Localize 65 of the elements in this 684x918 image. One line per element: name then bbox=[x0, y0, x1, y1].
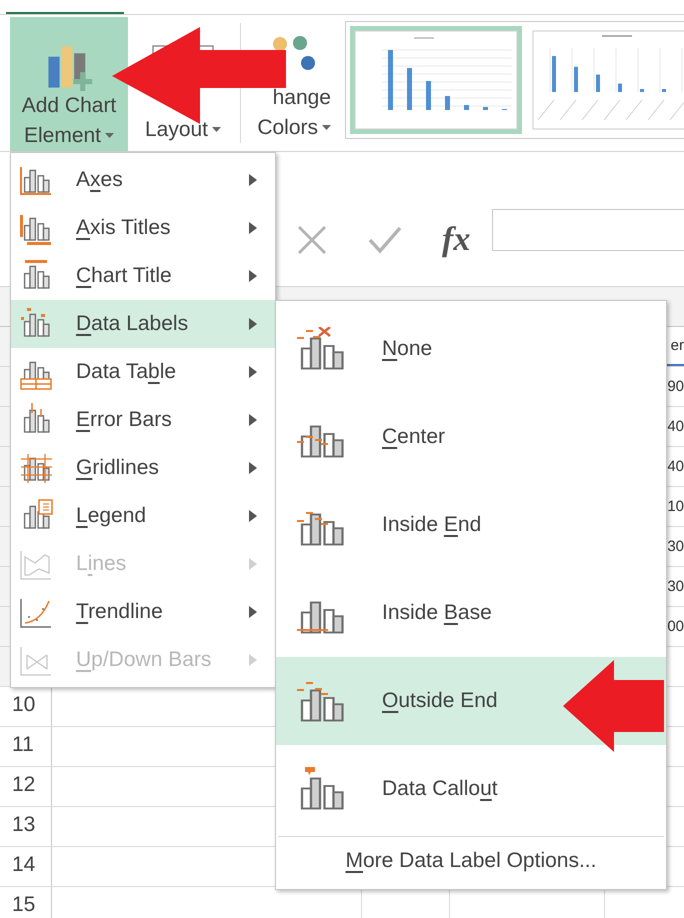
submenu-arrow-icon bbox=[249, 510, 257, 522]
menu-item-label[interactable]: Gridlines bbox=[76, 452, 249, 484]
submenu-arrow-icon bbox=[249, 414, 257, 426]
row-number: 12 bbox=[12, 773, 36, 797]
formula-input-field[interactable] bbox=[492, 209, 684, 251]
row-number: 15 bbox=[12, 893, 36, 917]
row-number: 10 bbox=[12, 693, 36, 717]
submenu-arrow-icon bbox=[249, 318, 257, 330]
menu-item[interactable]: Gridlines bbox=[11, 444, 275, 492]
more-options-link[interactable]: More Data Label Options... bbox=[346, 845, 596, 877]
row-number: 14 bbox=[12, 853, 36, 877]
menu-item-label[interactable]: Axes bbox=[76, 164, 249, 196]
menu-item[interactable]: Trendline bbox=[11, 588, 275, 636]
submenu-arrow-icon bbox=[249, 462, 257, 474]
dropdown-caret-icon bbox=[105, 133, 114, 139]
submenu-arrow-icon bbox=[249, 270, 257, 282]
row-number: 13 bbox=[12, 813, 36, 837]
table-cell: 40 bbox=[667, 459, 684, 474]
menu-item-label[interactable]: Legend bbox=[76, 500, 249, 532]
submenu-item-label[interactable]: Data Callout bbox=[382, 773, 498, 805]
submenu-arrow-icon bbox=[249, 654, 257, 666]
submenu-item[interactable]: Data Callout bbox=[276, 745, 666, 833]
menu-item[interactable]: Error Bars bbox=[11, 396, 275, 444]
submenu-arrow-icon bbox=[249, 222, 257, 234]
table-cell: 30 bbox=[667, 579, 684, 594]
table-cell: 90 bbox=[667, 379, 684, 394]
submenu-arrow-icon bbox=[249, 174, 257, 186]
submenu-item-label[interactable]: Outside End bbox=[382, 685, 498, 717]
table-cell: er bbox=[670, 338, 684, 353]
submenu-item[interactable]: Center bbox=[276, 393, 666, 481]
ribbon-button[interactable]: Add Chart Element bbox=[10, 17, 128, 151]
submenu-arrow-icon bbox=[249, 366, 257, 378]
submenu-item-label[interactable]: Inside End bbox=[382, 509, 482, 541]
row-number: 11 bbox=[12, 733, 34, 757]
submenu-arrow-icon bbox=[249, 558, 257, 570]
table-cell: 00 bbox=[667, 619, 684, 634]
dropdown-caret-icon bbox=[212, 127, 222, 133]
data-label-icon bbox=[296, 327, 346, 371]
menu-item-label[interactable]: Data Table bbox=[76, 356, 249, 388]
menu-item-label[interactable]: Error Bars bbox=[76, 404, 249, 436]
menu-item[interactable]: Axis Titles bbox=[11, 204, 275, 252]
checkmark-icon[interactable] bbox=[368, 226, 402, 254]
submenu-item[interactable]: None bbox=[276, 305, 666, 393]
menu-item[interactable]: Chart Title bbox=[11, 252, 275, 300]
menu-item[interactable]: Data Table bbox=[11, 348, 275, 396]
menu-item[interactable]: Data Labels bbox=[11, 300, 275, 348]
submenu-item-label[interactable]: None bbox=[382, 333, 432, 365]
menu-item[interactable]: Axes bbox=[11, 156, 275, 204]
cancel-icon[interactable] bbox=[296, 224, 328, 256]
menu-item-label[interactable]: Axis Titles bbox=[76, 212, 249, 244]
table-cell: 10 bbox=[667, 499, 684, 514]
menu-item-label[interactable]: Chart Title bbox=[76, 260, 249, 292]
submenu-item[interactable]: Inside End bbox=[276, 481, 666, 569]
insert-function-button[interactable]: fx bbox=[442, 214, 470, 265]
submenu-item-label[interactable]: Inside Base bbox=[382, 597, 492, 629]
menu-item-label[interactable]: Data Labels bbox=[76, 308, 249, 340]
submenu-item-label[interactable]: Center bbox=[382, 421, 446, 453]
submenu-item[interactable]: Inside Base bbox=[276, 569, 666, 657]
data-label-icon bbox=[296, 679, 346, 723]
submenu-arrow-icon bbox=[249, 606, 257, 618]
menu-item[interactable]: Legend bbox=[11, 492, 275, 540]
table-cell: 40 bbox=[667, 419, 684, 434]
table-cell: 30 bbox=[667, 539, 684, 554]
menu-item-label[interactable]: Trendline bbox=[76, 596, 249, 628]
dropdown-caret-icon bbox=[322, 125, 331, 131]
